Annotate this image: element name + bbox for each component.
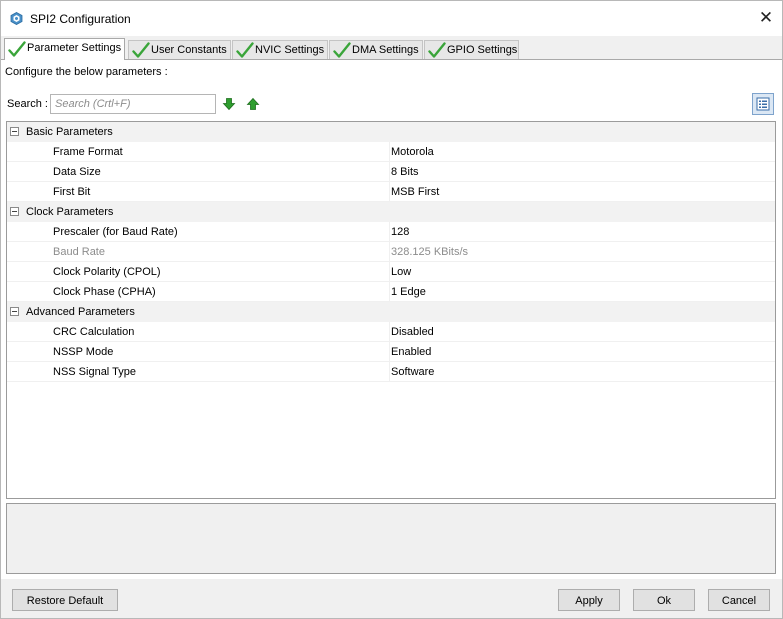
collapse-minus-icon[interactable] bbox=[10, 207, 19, 216]
restore-default-button[interactable]: Restore Default bbox=[12, 589, 118, 611]
param-row-prescaler[interactable]: Prescaler (for Baud Rate) 128 bbox=[7, 222, 775, 242]
green-check-icon bbox=[8, 41, 26, 58]
column-divider bbox=[389, 362, 390, 382]
param-name: First Bit bbox=[53, 186, 91, 198]
green-check-icon bbox=[428, 42, 446, 59]
tab-nvic-settings[interactable]: NVIC Settings bbox=[232, 40, 328, 60]
tab-label: User Constants bbox=[151, 44, 227, 56]
title-bar: SPI2 Configuration ✕ bbox=[1, 1, 782, 36]
green-check-icon bbox=[236, 42, 254, 59]
column-divider bbox=[389, 342, 390, 362]
column-divider bbox=[389, 162, 390, 182]
collapse-minus-icon[interactable] bbox=[10, 127, 19, 136]
column-divider bbox=[389, 182, 390, 202]
tab-gpio-settings[interactable]: GPIO Settings bbox=[424, 40, 519, 60]
tab-label: NVIC Settings bbox=[255, 44, 325, 56]
column-divider bbox=[389, 262, 390, 282]
param-name: NSS Signal Type bbox=[53, 366, 136, 378]
column-divider bbox=[389, 142, 390, 162]
param-row-first-bit[interactable]: First Bit MSB First bbox=[7, 182, 775, 202]
param-name: NSSP Mode bbox=[53, 346, 114, 358]
param-name: Data Size bbox=[53, 166, 101, 178]
param-row-crc-calculation[interactable]: CRC Calculation Disabled bbox=[7, 322, 775, 342]
instructions-text: Configure the below parameters : bbox=[5, 66, 168, 78]
param-value[interactable]: Disabled bbox=[391, 326, 434, 338]
column-divider bbox=[389, 242, 390, 262]
param-row-nss-signal-type[interactable]: NSS Signal Type Software bbox=[7, 362, 775, 382]
tab-strip: Parameter Settings User Constants NVIC S… bbox=[1, 38, 782, 60]
close-button[interactable]: ✕ bbox=[752, 5, 780, 31]
param-name: Clock Phase (CPHA) bbox=[53, 286, 156, 298]
list-view-toggle-button[interactable] bbox=[752, 93, 774, 115]
tab-label: DMA Settings bbox=[352, 44, 419, 56]
tab-label: GPIO Settings bbox=[447, 44, 518, 56]
column-divider bbox=[389, 282, 390, 302]
tab-parameter-settings[interactable]: Parameter Settings bbox=[4, 38, 125, 60]
green-check-icon bbox=[333, 42, 351, 59]
param-name: CRC Calculation bbox=[53, 326, 135, 338]
param-name: Clock Polarity (CPOL) bbox=[53, 266, 161, 278]
ok-button[interactable]: Ok bbox=[633, 589, 695, 611]
param-value[interactable]: Software bbox=[391, 366, 434, 378]
group-label: Clock Parameters bbox=[26, 206, 114, 218]
param-value[interactable]: Motorola bbox=[391, 146, 434, 158]
param-value[interactable]: 128 bbox=[391, 226, 409, 238]
param-name: Baud Rate bbox=[53, 246, 105, 258]
group-row-advanced-parameters: Advanced Parameters bbox=[7, 302, 775, 322]
param-row-clock-phase[interactable]: Clock Phase (CPHA) 1 Edge bbox=[7, 282, 775, 302]
cancel-button[interactable]: Cancel bbox=[708, 589, 770, 611]
group-label: Advanced Parameters bbox=[26, 306, 135, 318]
param-row-baud-rate: Baud Rate 328.125 KBits/s bbox=[7, 242, 775, 262]
arrow-down-icon[interactable] bbox=[222, 97, 236, 111]
param-row-data-size[interactable]: Data Size 8 Bits bbox=[7, 162, 775, 182]
param-value[interactable]: 1 Edge bbox=[391, 286, 426, 298]
list-view-icon bbox=[753, 97, 773, 117]
parameter-grid: Basic Parameters Frame Format Motorola D… bbox=[6, 121, 776, 499]
param-name: Frame Format bbox=[53, 146, 123, 158]
window-title: SPI2 Configuration bbox=[30, 12, 131, 26]
param-name: Prescaler (for Baud Rate) bbox=[53, 226, 178, 238]
param-row-frame-format[interactable]: Frame Format Motorola bbox=[7, 142, 775, 162]
column-divider bbox=[389, 322, 390, 342]
param-row-nssp-mode[interactable]: NSSP Mode Enabled bbox=[7, 342, 775, 362]
search-label: Search : bbox=[7, 98, 48, 110]
param-value[interactable]: Low bbox=[391, 266, 411, 278]
param-value[interactable]: Enabled bbox=[391, 346, 431, 358]
parameter-settings-panel: Configure the below parameters : Search … bbox=[1, 59, 782, 579]
tab-user-constants[interactable]: User Constants bbox=[128, 40, 231, 60]
green-check-icon bbox=[132, 42, 150, 59]
group-row-clock-parameters: Clock Parameters bbox=[7, 202, 775, 222]
param-value: 328.125 KBits/s bbox=[391, 246, 469, 258]
spi2-configuration-dialog: SPI2 Configuration ✕ Parameter Settings … bbox=[0, 0, 783, 619]
close-icon: ✕ bbox=[758, 8, 774, 27]
arrow-up-icon[interactable] bbox=[246, 97, 260, 111]
group-row-basic-parameters: Basic Parameters bbox=[7, 122, 775, 142]
stm32-cube-icon bbox=[10, 12, 23, 25]
tab-dma-settings[interactable]: DMA Settings bbox=[329, 40, 423, 60]
apply-button[interactable]: Apply bbox=[558, 589, 620, 611]
search-input[interactable] bbox=[50, 94, 216, 114]
group-label: Basic Parameters bbox=[26, 126, 113, 138]
param-row-clock-polarity[interactable]: Clock Polarity (CPOL) Low bbox=[7, 262, 775, 282]
param-value[interactable]: 8 Bits bbox=[391, 166, 419, 178]
description-box bbox=[6, 503, 776, 574]
collapse-minus-icon[interactable] bbox=[10, 307, 19, 316]
tab-label: Parameter Settings bbox=[27, 42, 122, 54]
column-divider bbox=[389, 222, 390, 242]
param-value[interactable]: MSB First bbox=[391, 186, 439, 198]
